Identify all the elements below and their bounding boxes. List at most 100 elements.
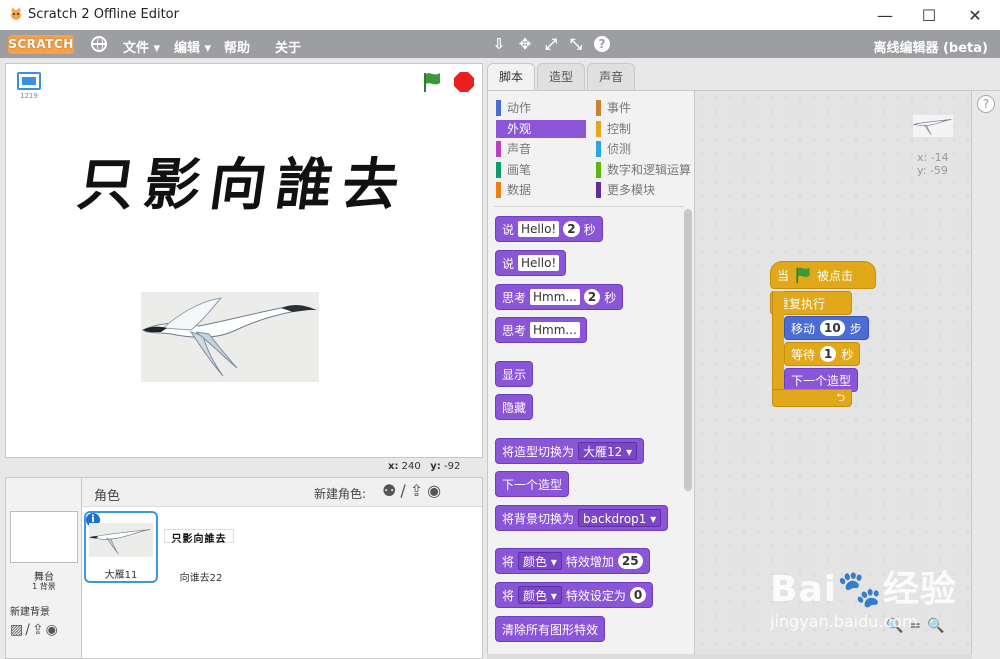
- tab-sounds[interactable]: 声音: [587, 63, 635, 91]
- sprite-thumb-swan[interactable]: i 大雁11: [84, 511, 158, 583]
- tab-scripts[interactable]: 脚本: [487, 63, 535, 92]
- menu-edit[interactable]: 编辑 ▾: [174, 37, 211, 56]
- stage-panel: 1219 只影向誰去: [5, 63, 483, 458]
- new-sprite-icons[interactable]: ⚉/⇪◉: [382, 481, 445, 500]
- swan-sprite[interactable]: [141, 292, 319, 382]
- stage-thumbnail[interactable]: [10, 511, 78, 563]
- category-operators[interactable]: 数字和逻辑运算: [596, 161, 692, 179]
- menu-file[interactable]: 文件 ▾: [123, 37, 160, 56]
- block-think-for-secs[interactable]: 思考 Hmm... 2 秒: [495, 284, 624, 310]
- block-number[interactable]: 25: [617, 553, 643, 569]
- shrink-icon[interactable]: ⤡: [567, 35, 585, 53]
- category-sound[interactable]: 声音: [496, 140, 588, 158]
- category-control[interactable]: 控制: [596, 120, 688, 138]
- costume-dropdown[interactable]: 大雁12 ▾: [578, 442, 638, 460]
- palette-scrollbar[interactable]: [684, 209, 692, 491]
- block-number[interactable]: 2: [563, 221, 580, 237]
- block-input[interactable]: Hmm...: [530, 289, 580, 305]
- block-switch-costume[interactable]: 将造型切换为 大雁12 ▾: [495, 438, 645, 464]
- scratch-logo[interactable]: SCRATCH: [8, 35, 74, 54]
- stage-canvas[interactable]: 只影向誰去: [6, 100, 482, 457]
- block-text: 当: [777, 268, 790, 283]
- stage-column: 舞台 1 背景 新建背景 ▨/⇪◉: [6, 478, 82, 658]
- effect-dropdown[interactable]: 颜色 ▾: [518, 586, 562, 604]
- block-switch-backdrop[interactable]: 将背景切换为 backdrop1 ▾: [495, 505, 669, 531]
- menu-tips[interactable]: 帮助: [224, 37, 250, 56]
- scratch-editor-window: Scratch 2 Offline Editor — ☐ ✕ SCRATCH 文…: [0, 0, 1000, 659]
- category-data[interactable]: 数据: [496, 181, 588, 199]
- block-input[interactable]: Hello!: [518, 255, 560, 271]
- help-icon[interactable]: ?: [977, 95, 995, 113]
- block-number[interactable]: 1: [820, 346, 837, 362]
- title-sprite-text[interactable]: 只影向誰去: [6, 140, 482, 221]
- category-looks[interactable]: 外观: [496, 120, 586, 138]
- sprite-x-readout: x: -14: [917, 151, 949, 164]
- swan-mini-image: [913, 119, 952, 135]
- green-flag-icon: [796, 267, 810, 284]
- wait-secs-block[interactable]: 等待 1 秒: [784, 342, 861, 366]
- new-backdrop-icons[interactable]: ▨/⇪◉: [10, 622, 60, 638]
- category-pen[interactable]: 画笔: [496, 161, 588, 179]
- block-hide[interactable]: 隐藏: [495, 394, 534, 420]
- effect-dropdown[interactable]: 颜色 ▾: [518, 552, 562, 570]
- presentation-mode-icon[interactable]: [17, 72, 41, 90]
- category-color-bar: [596, 141, 601, 157]
- duplicate-stamp-icon[interactable]: ⇩: [490, 35, 508, 53]
- block-help-icon[interactable]: ?: [594, 36, 610, 52]
- block-text: 特效设定为: [565, 588, 626, 603]
- category-label: 侦测: [607, 142, 632, 156]
- language-globe-icon[interactable]: [91, 36, 107, 52]
- block-text: 显示: [502, 367, 527, 382]
- menu-about[interactable]: 关于: [275, 37, 301, 56]
- title-bar: Scratch 2 Offline Editor — ☐ ✕: [0, 0, 1000, 30]
- stop-sign-icon[interactable]: [454, 72, 474, 92]
- block-text: 思考: [502, 290, 527, 305]
- swan-thumb-image: [89, 523, 153, 557]
- scripts-area[interactable]: x: -14 y: -59 当 被点击 重复执行 移动 10 步 等待 1 秒 …: [694, 90, 972, 659]
- category-events[interactable]: 事件: [596, 99, 688, 117]
- version-label: 1219: [20, 92, 38, 100]
- block-input[interactable]: Hmm...: [530, 322, 580, 338]
- category-more-blocks[interactable]: 更多模块: [596, 181, 688, 199]
- block-number[interactable]: 10: [820, 320, 845, 336]
- block-think[interactable]: 思考 Hmm...: [495, 317, 587, 343]
- maximize-button[interactable]: ☐: [906, 0, 952, 30]
- block-text: 思考: [502, 323, 527, 338]
- category-color-bar: [596, 121, 601, 137]
- category-sensing[interactable]: 侦测: [596, 140, 688, 158]
- tab-costumes[interactable]: 造型: [537, 63, 585, 91]
- grow-icon[interactable]: ⤢: [542, 35, 560, 53]
- move-steps-block[interactable]: 移动 10 步: [784, 316, 869, 340]
- category-label: 控制: [607, 122, 632, 136]
- block-next-costume[interactable]: 下一个造型: [495, 471, 570, 497]
- offline-editor-label: 离线编辑器 (beta): [873, 41, 988, 56]
- block-text: 将: [502, 588, 515, 603]
- block-show[interactable]: 显示: [495, 361, 534, 387]
- sprite-name: 向谁去22: [179, 573, 223, 584]
- block-number[interactable]: 2: [583, 289, 601, 305]
- block-set-effect[interactable]: 将 颜色 ▾ 特效设定为 0: [495, 582, 654, 608]
- close-button[interactable]: ✕: [952, 0, 998, 30]
- category-label: 画笔: [507, 163, 532, 177]
- delete-scissors-icon[interactable]: ✥: [516, 35, 534, 53]
- category-label: 数字和逻辑运算: [607, 163, 692, 177]
- sprite-thumb-title[interactable]: 只影向誰去 向谁去22: [164, 511, 238, 584]
- forever-loop-foot: ⮌: [772, 389, 852, 407]
- block-change-effect[interactable]: 将 颜色 ▾ 特效增加 25: [495, 548, 650, 574]
- block-clear-effects[interactable]: 清除所有图形特效: [495, 616, 606, 642]
- minimize-button[interactable]: —: [862, 0, 908, 30]
- bottom-bar: [487, 654, 972, 659]
- block-say[interactable]: 说 Hello!: [495, 250, 567, 276]
- backdrop-dropdown[interactable]: backdrop1 ▾: [578, 509, 662, 527]
- when-flag-clicked-block[interactable]: 当 被点击: [770, 261, 876, 289]
- category-color-bar: [496, 162, 501, 178]
- category-motion[interactable]: 动作: [496, 99, 588, 117]
- zoom-controls[interactable]: 🔍=🔍: [886, 618, 951, 634]
- green-flag-icon[interactable]: [422, 71, 442, 93]
- block-input[interactable]: Hello!: [518, 221, 560, 237]
- block-say-for-secs[interactable]: 说 Hello! 2 秒: [495, 216, 603, 242]
- window-title: Scratch 2 Offline Editor: [28, 7, 179, 22]
- category-color-bar: [596, 100, 601, 116]
- category-label: 事件: [607, 101, 632, 115]
- block-number[interactable]: 0: [629, 587, 647, 603]
